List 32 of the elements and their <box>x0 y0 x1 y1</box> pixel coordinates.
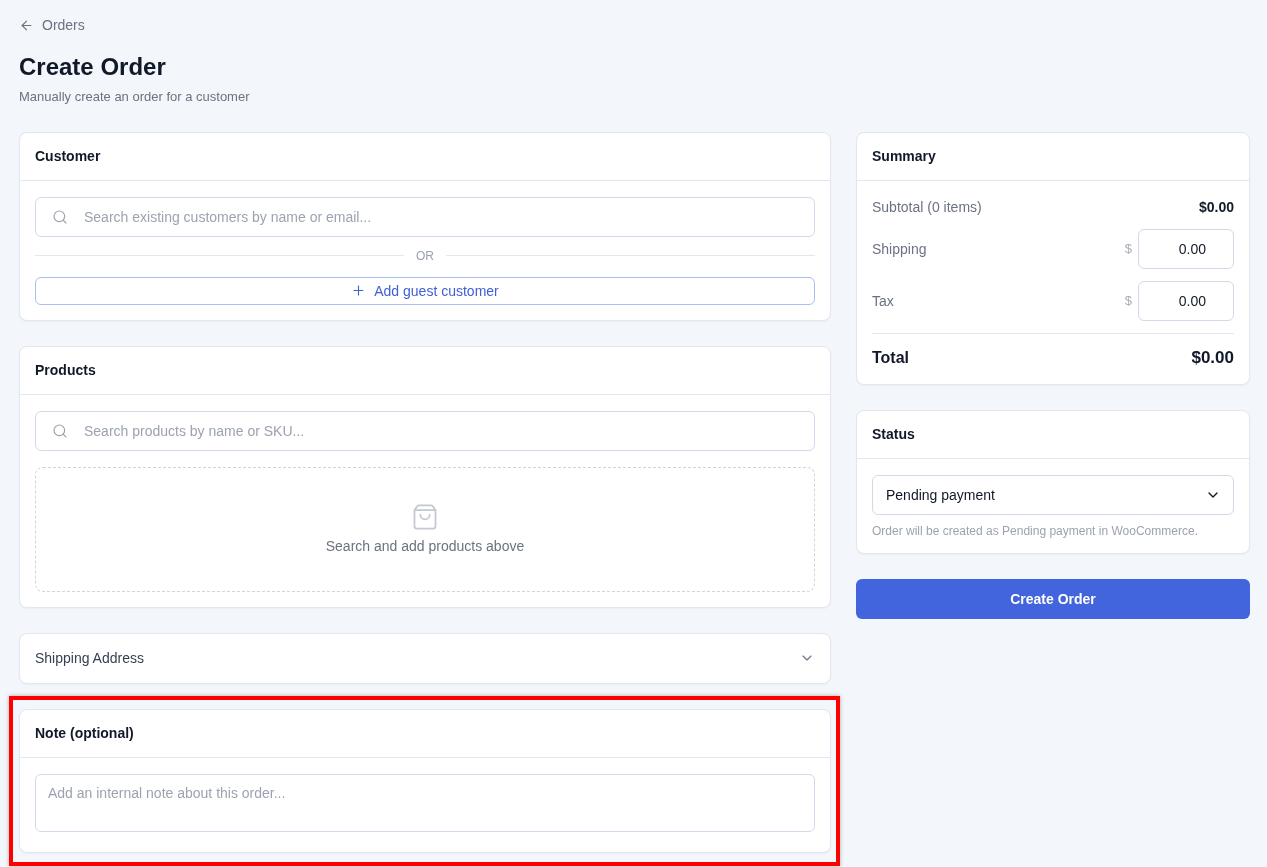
empty-state-text: Search and add products above <box>325 537 525 555</box>
divider-label: OR <box>416 247 434 265</box>
currency-symbol: $ <box>1124 241 1132 256</box>
helper-text: Order will be created as Pending payment in WooCommerce. <box>872 522 1199 539</box>
summary-label: Tax <box>872 291 894 310</box>
card-title: Status <box>872 425 915 443</box>
amount-input[interactable]: 0.00 <box>1138 280 1234 321</box>
card-title: Products <box>35 361 96 379</box>
card-title: Note (optional) <box>35 724 134 742</box>
back-link[interactable]: Orders <box>19 16 85 34</box>
summary-label: Subtotal (0 items) <box>872 197 982 216</box>
card-title: Customer <box>35 147 101 165</box>
search-icon <box>52 208 68 225</box>
currency-symbol: $ <box>1124 293 1132 308</box>
shopping-bag-icon <box>411 503 439 531</box>
summary-value: $0.00 <box>1198 197 1234 216</box>
status-select[interactable]: Pending payment <box>872 474 1234 515</box>
note-field[interactable]: Add an internal note about this order... <box>35 773 815 832</box>
plus-icon <box>351 283 367 298</box>
total-label: Total <box>872 347 910 368</box>
amount-input[interactable]: 0.00 <box>1138 228 1234 269</box>
product-search-field[interactable]: Search products by name or SKU... <box>35 410 815 451</box>
create-order-button[interactable]: Create Order <box>856 578 1250 619</box>
total-value: $0.00 <box>1191 346 1234 369</box>
summary-label: Shipping <box>872 239 927 258</box>
shipping-address-toggle[interactable]: Shipping Address <box>19 632 831 684</box>
card-title: Summary <box>872 147 936 165</box>
search-icon <box>52 422 68 439</box>
page-title: Create Order <box>19 51 166 82</box>
add-guest-customer-button[interactable]: Add guest customer <box>35 276 815 305</box>
customer-search-field[interactable]: Search existing customers by name or email... <box>35 196 815 237</box>
page-subtitle: Manually create an order for a customer <box>19 87 250 106</box>
